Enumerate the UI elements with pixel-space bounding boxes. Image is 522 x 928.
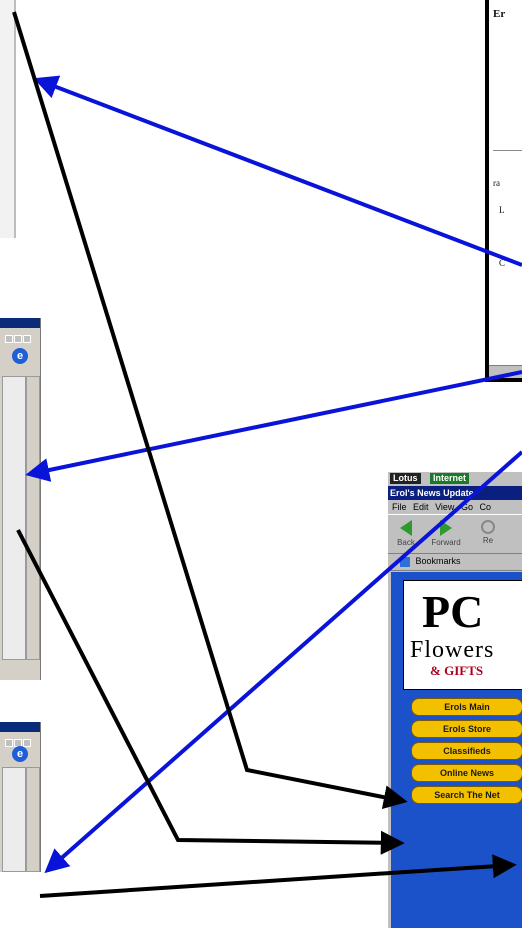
blue-arrow [44,450,522,874]
black-arrow [12,11,408,810]
blue-arrow [33,75,522,267]
black-arrow [39,854,517,898]
annotation-overlay [12,11,522,898]
black-arrow [16,529,405,855]
blue-arrow [25,370,522,482]
